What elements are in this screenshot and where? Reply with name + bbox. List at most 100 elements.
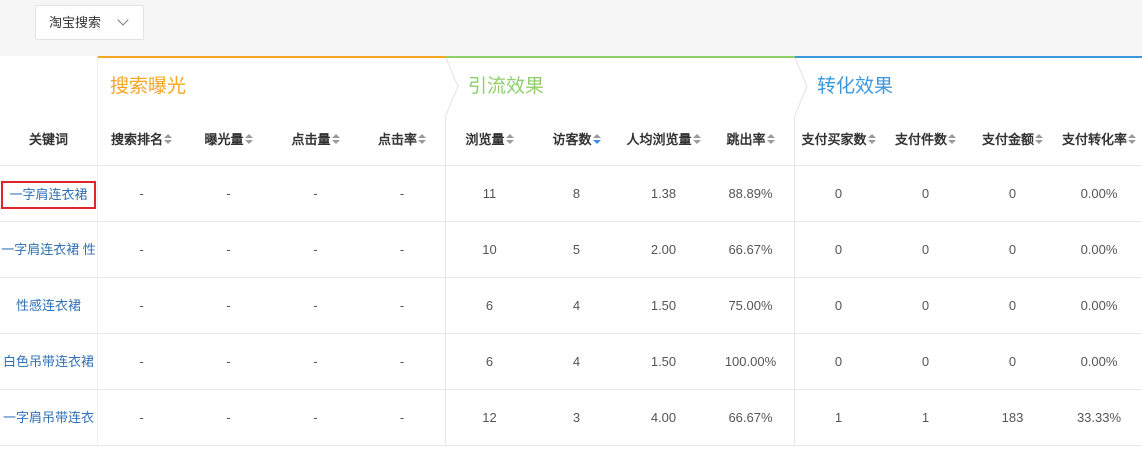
col-header-label: 曝光量 (204, 132, 244, 147)
impressions-value: - (226, 410, 231, 425)
group-label: 转化效果 (817, 76, 894, 97)
bounce-rate-value: 66.67% (707, 390, 795, 445)
sort-up-triangle (692, 133, 701, 138)
col-header-label: 支付件数 (894, 132, 947, 147)
group-search-exposure: 搜索曝光 (98, 56, 446, 115)
col-header-pageviews[interactable]: 浏览量 (446, 115, 533, 165)
col-header-label: 人均浏览量 (626, 132, 692, 147)
sort-up-triangle (766, 133, 775, 138)
search-rank-value: - (139, 410, 144, 425)
paying-buyers-value: 1 (834, 410, 843, 425)
impressions-value: - (226, 354, 231, 369)
visitors-value: 5 (572, 242, 581, 257)
table-row: 性感连衣裙 - - - - 6 4 1.50 75.00% 0 0 0 0.00… (0, 278, 1142, 334)
sort-icon[interactable] (867, 133, 876, 144)
sort-up-triangle (164, 133, 172, 138)
ctr-value: - (359, 390, 446, 445)
keyword-link[interactable]: 白色吊带连衣裙 (0, 334, 98, 389)
keyword-link[interactable]: 一字肩连衣裙 性 (0, 222, 98, 277)
payment-amount-value: 0 (1008, 354, 1017, 369)
clicks-value: - (313, 242, 318, 257)
sort-up-triangle (505, 133, 514, 138)
clicks-value: - (313, 298, 318, 313)
col-header-paying-buyers[interactable]: 支付买家数 (795, 115, 882, 165)
keyword-link[interactable]: 性感连衣裙 (0, 278, 98, 333)
paid-items-value: 1 (921, 410, 930, 425)
sort-icon[interactable] (164, 133, 172, 144)
sort-icon[interactable] (505, 133, 514, 144)
payment-amount-value: 0 (1008, 298, 1017, 313)
pageviews-value: 11 (482, 186, 497, 201)
col-header-label: 关键词 (28, 132, 68, 147)
clicks-value: - (313, 186, 318, 201)
col-header-keyword: 关键词 (0, 115, 98, 165)
sort-icon[interactable] (418, 133, 426, 144)
col-header-label: 搜索排名 (110, 132, 163, 147)
paid-items-value: 0 (921, 242, 930, 257)
sort-down-triangle (692, 139, 701, 144)
pageviews-value: 12 (482, 410, 497, 425)
sort-down-triangle (418, 139, 426, 144)
sort-icon[interactable] (244, 133, 253, 144)
sort-up-triangle (592, 133, 601, 138)
sort-icon[interactable] (766, 133, 775, 144)
sort-down-triangle (592, 139, 601, 144)
sort-down-triangle (244, 139, 253, 144)
col-header-label: 跳出率 (726, 132, 766, 147)
sort-icon[interactable] (331, 133, 340, 144)
payment-conversion-rate-value: 0.00% (1080, 354, 1118, 369)
sort-down-triangle (331, 139, 340, 144)
col-header-label: 支付买家数 (801, 132, 867, 147)
col-header-payment-conversion-rate[interactable]: 支付转化率 (1056, 115, 1142, 165)
sort-desc-icon[interactable] (592, 133, 601, 144)
col-header-avg-pageviews[interactable]: 人均浏览量 (620, 115, 707, 165)
col-header-payment-amount[interactable]: 支付金额 (969, 115, 1056, 165)
search-rank-value: - (139, 354, 144, 369)
col-header-paid-items[interactable]: 支付件数 (882, 115, 969, 165)
sort-icon[interactable] (948, 133, 956, 144)
impressions-value: - (226, 186, 231, 201)
col-header-clicks[interactable]: 点击量 (272, 115, 359, 165)
impressions-value: - (226, 298, 231, 313)
col-header-label: 点击量 (291, 132, 331, 147)
sort-down-triangle (867, 139, 876, 144)
sort-up-triangle (244, 133, 253, 138)
bounce-rate-value: 100.00% (707, 334, 795, 389)
keyword-link[interactable]: 一字肩吊带连衣 (0, 390, 98, 445)
sort-down-triangle (1035, 139, 1043, 144)
col-header-bounce-rate[interactable]: 跳出率 (707, 115, 795, 165)
col-header-search-rank[interactable]: 搜索排名 (98, 115, 185, 165)
sort-icon[interactable] (1128, 133, 1136, 144)
group-conversion-effect: 转化效果 (795, 56, 1142, 115)
sort-icon[interactable] (1035, 133, 1043, 144)
sort-up-triangle (418, 133, 426, 138)
table-row: 一字肩连衣裙 - - - - 11 8 1.38 88.89% 0 0 0 0.… (0, 166, 1142, 222)
visitors-value: 4 (572, 298, 581, 313)
group-label: 搜索曝光 (110, 76, 187, 97)
table-row: 一字肩吊带连衣 - - - - 12 3 4.00 66.67% 1 1 183… (0, 390, 1142, 446)
col-header-impressions[interactable]: 曝光量 (185, 115, 272, 165)
paid-items-value: 0 (921, 186, 930, 201)
sort-up-triangle (331, 133, 340, 138)
source-dropdown[interactable]: 淘宝搜索 (35, 5, 144, 40)
keyword-link[interactable]: 一字肩连衣裙 (0, 166, 98, 221)
sort-icon[interactable] (692, 133, 701, 144)
impressions-value: - (226, 242, 231, 257)
avg-pageviews-value: 4.00 (650, 410, 677, 425)
payment-amount-value: 183 (1001, 410, 1024, 425)
visitors-value: 4 (572, 354, 581, 369)
group-label: 引流效果 (468, 76, 545, 97)
col-header-ctr[interactable]: 点击率 (359, 115, 446, 165)
search-rank-value: - (139, 242, 144, 257)
paid-items-value: 0 (921, 298, 930, 313)
col-header-label: 浏览量 (465, 132, 505, 147)
bounce-rate-value: 88.89% (707, 166, 795, 221)
table-row: 一字肩连衣裙 性 - - - - 10 5 2.00 66.67% 0 0 0 … (0, 222, 1142, 278)
col-header-label: 支付金额 (981, 132, 1034, 147)
paying-buyers-value: 0 (834, 354, 843, 369)
paying-buyers-value: 0 (834, 242, 843, 257)
col-header-visitors[interactable]: 访客数 (533, 115, 620, 165)
bounce-rate-value: 66.67% (707, 222, 795, 277)
highlight-box: 一字肩连衣裙 (1, 180, 96, 209)
pageviews-value: 6 (485, 354, 494, 369)
